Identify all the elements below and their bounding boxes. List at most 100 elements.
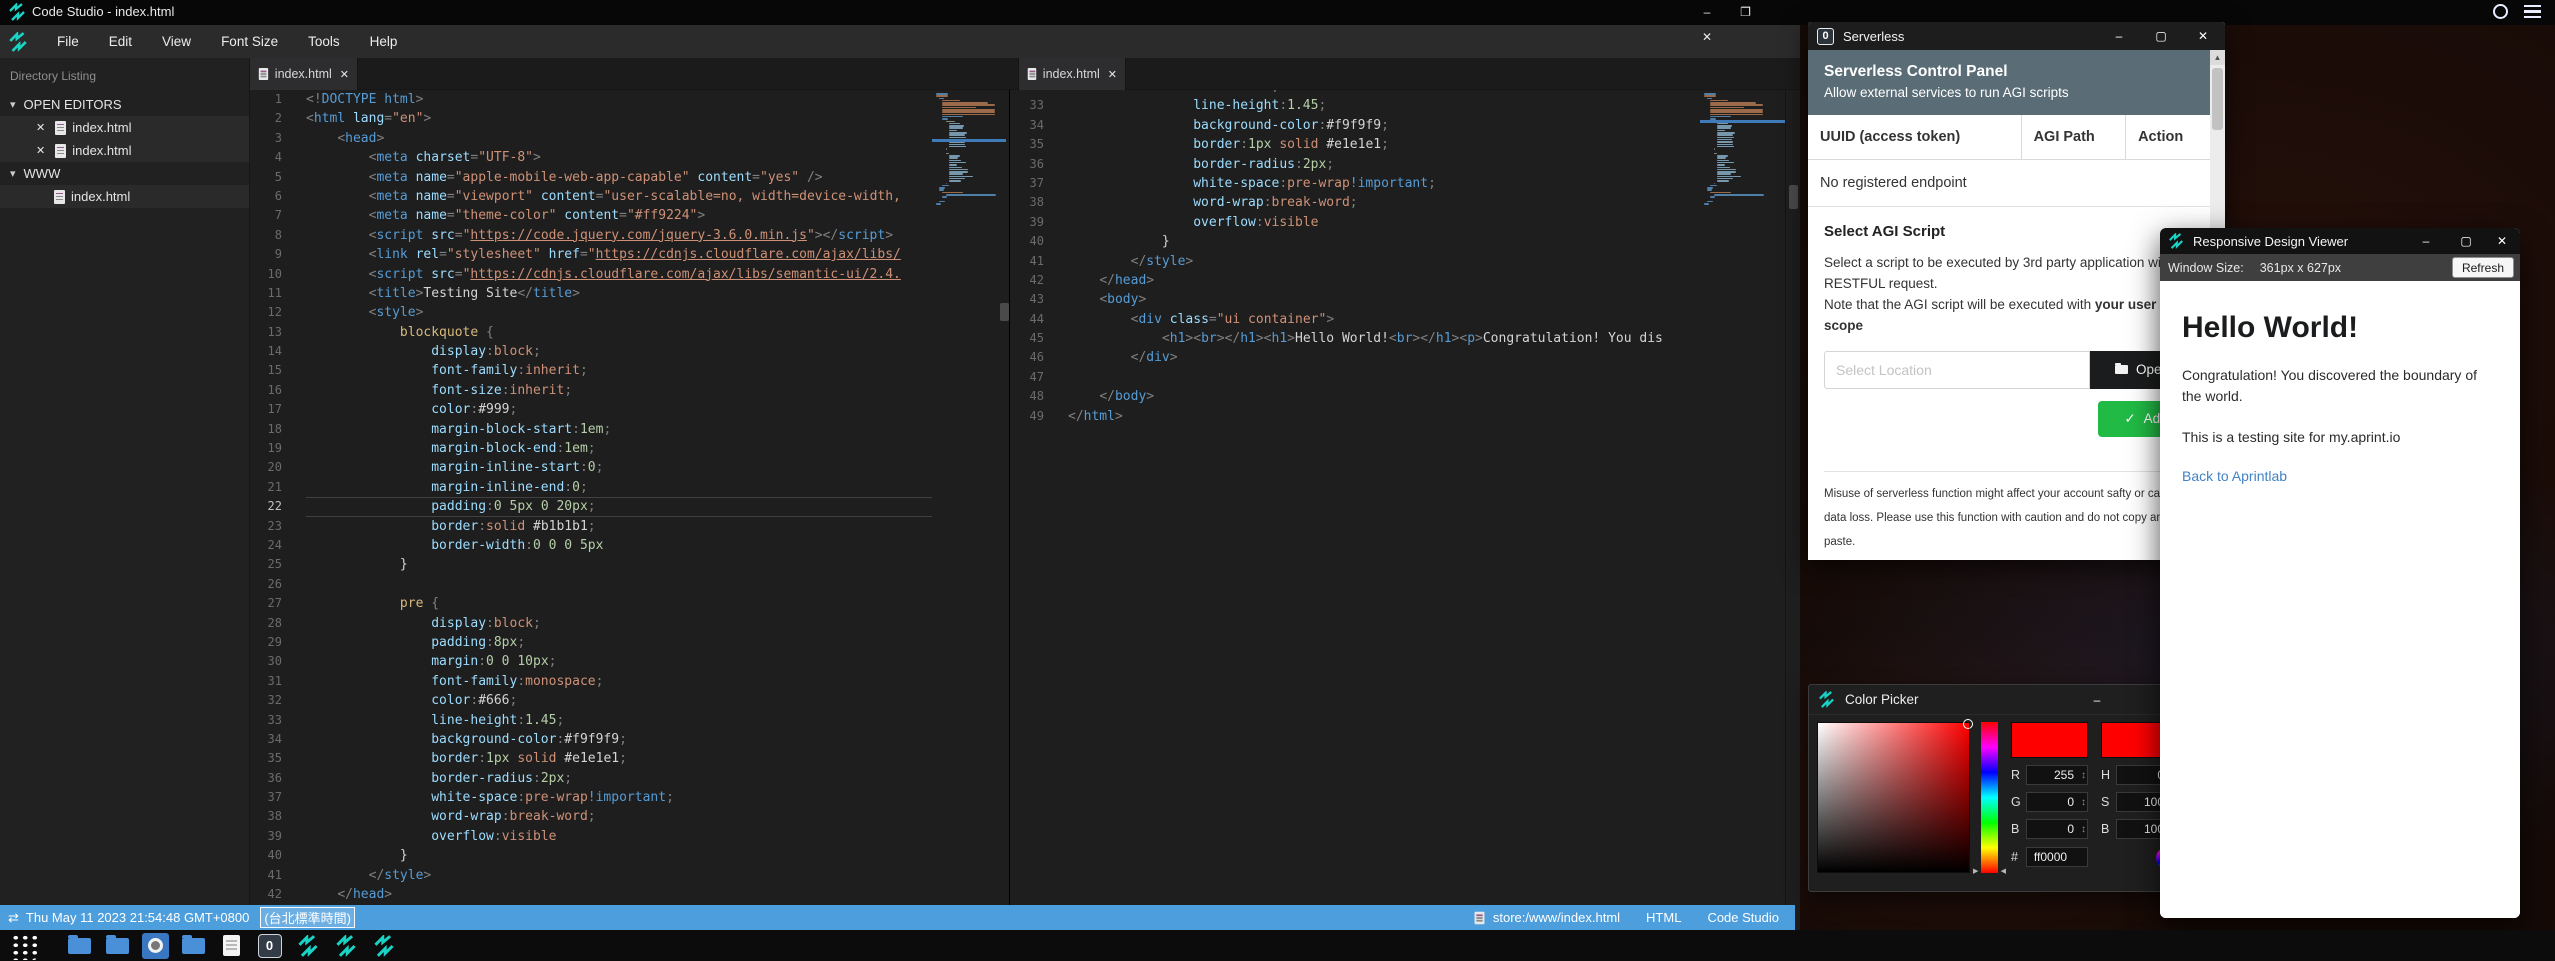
minimize-icon[interactable]: – (1690, 0, 1724, 25)
hex-field[interactable]: # ff0000 (2011, 847, 2088, 867)
menu-tools[interactable]: Tools (293, 25, 355, 58)
menu-font-size[interactable]: Font Size (206, 25, 293, 58)
sidebar-item-index.html[interactable]: ✕index.html (0, 139, 249, 162)
status-language[interactable]: HTML (1646, 910, 1681, 925)
sidebar-section-www[interactable]: ▾WWW (0, 162, 249, 185)
scrollbar-thumb[interactable] (1000, 303, 1009, 321)
stepper-icon[interactable]: ↕ (2081, 797, 2086, 808)
code-line: font-family:inherit; (306, 361, 932, 380)
stepper-icon[interactable]: ↕ (2081, 824, 2086, 835)
sidebar-item-index.html[interactable]: index.html (0, 185, 249, 208)
menu-file[interactable]: File (42, 25, 94, 58)
tab-index-html-2[interactable]: index.html ✕ (1018, 58, 1126, 90)
editor-pane-2[interactable]: 323334353637383940414243444546474849 col… (1009, 90, 1700, 905)
color-field-R[interactable]: R255↕ (2011, 765, 2088, 785)
loading-circle-icon[interactable] (2493, 4, 2508, 19)
sync-icon[interactable]: ⇄ (8, 910, 19, 926)
hue-marker-right-icon: ◀ (2001, 867, 2006, 875)
sidebar-sections: ▾OPEN EDITORS✕index.html✕index.html▾WWWi… (0, 93, 249, 208)
hex-input[interactable]: ff0000 (2026, 847, 2088, 867)
serverless-window-title: Serverless (1843, 29, 1904, 44)
minimap-cursor (932, 139, 1006, 142)
menu-help[interactable]: Help (355, 25, 413, 58)
code-line: <meta name="theme-color" content="#ff922… (306, 206, 932, 225)
taskbar-code-studio-icon[interactable] (332, 933, 359, 959)
close-icon[interactable]: ✕ (36, 121, 45, 134)
system-tray (2493, 4, 2541, 19)
code-line: </body> (1068, 387, 1700, 406)
current-color-swatch (2011, 722, 2088, 758)
color-picker-window-title: Color Picker (1845, 692, 1919, 707)
hue-marker-left-icon: ▶ (1973, 867, 1978, 875)
code-line: </html> (1068, 407, 1700, 426)
stepper-icon[interactable]: ↕ (2081, 770, 2086, 781)
maximize-icon[interactable]: ▢ (2151, 22, 2171, 50)
tab-label: index.html (1043, 67, 1100, 81)
color-field-G[interactable]: G0↕ (2011, 792, 2088, 812)
minimap-1[interactable] (932, 90, 1006, 905)
code-line: color:#666; (306, 691, 932, 710)
back-to-aprintlab-link[interactable]: Back to Aprintlab (2182, 468, 2287, 484)
serverless-warning: Misuse of serverless function might affe… (1808, 482, 2210, 554)
taskbar-code-studio-icon[interactable] (294, 933, 321, 959)
tab-index-html-1[interactable]: index.html ✕ (250, 58, 358, 90)
close-icon[interactable]: ✕ (2193, 22, 2213, 50)
taskbar-serverless-icon[interactable]: 0 (256, 933, 283, 959)
sidebar-header: Directory Listing (0, 58, 249, 93)
code-editor[interactable]: <!DOCTYPE html><html lang="en"> <head> <… (300, 90, 932, 905)
scrollbar-thumb[interactable] (1789, 185, 1798, 209)
taskbar-folder-icon[interactable] (66, 933, 93, 959)
viewer-title-bar: Responsive Design Viewer – ▢ ✕ (2160, 228, 2520, 254)
close-icon[interactable]: ✕ (36, 144, 45, 157)
menu-edit[interactable]: Edit (94, 25, 147, 58)
status-file-path[interactable]: store:/www/index.html (1493, 910, 1620, 925)
taskbar-folder-icon[interactable] (180, 933, 207, 959)
minimize-icon[interactable]: – (2087, 685, 2107, 715)
maximize-icon[interactable]: ▢ (2456, 228, 2476, 254)
scroll-up-icon[interactable]: ▲ (2210, 50, 2225, 65)
taskbar-document-icon[interactable] (218, 933, 245, 959)
code-line: <body> (1068, 290, 1700, 309)
restore-icon[interactable]: ❐ (1728, 0, 1762, 25)
code-line: font-family:monospace; (306, 672, 932, 691)
window-title: Code Studio - index.html (32, 4, 174, 19)
color-field-B[interactable]: B0↕ (2011, 819, 2088, 839)
code-line: font-size:inherit; (306, 381, 932, 400)
sidebar-section-open-editors[interactable]: ▾OPEN EDITORS (0, 93, 249, 116)
hue-slider[interactable] (1981, 722, 1998, 873)
taskbar-folder-icon[interactable] (104, 933, 131, 959)
close-tab-icon[interactable]: ✕ (340, 68, 349, 81)
minimize-icon[interactable]: – (2416, 228, 2436, 254)
saturation-value-field[interactable] (1817, 722, 1970, 873)
close-icon[interactable]: ✕ (2492, 228, 2512, 254)
refresh-button[interactable]: Refresh (2452, 257, 2514, 278)
code-line: margin-inline-end:0; (306, 478, 932, 497)
code-line: border:1px solid #e1e1e1; (306, 749, 932, 768)
editor-pane-1[interactable]: 1234567891011121314151617181920212223242… (250, 90, 932, 905)
minimap-2[interactable] (1700, 90, 1786, 905)
table-header-2: Action (2126, 115, 2210, 160)
rgb-column: R255↕ G0↕ B0↕ # ff0000 (2011, 722, 2088, 873)
close-tab-icon[interactable]: ✕ (1108, 68, 1117, 81)
color-selector-ring[interactable] (1963, 719, 1973, 729)
menu-icon[interactable] (2524, 5, 2541, 19)
close-icon[interactable]: ✕ (1690, 25, 1724, 50)
select-location-input[interactable] (1824, 351, 2090, 389)
taskbar-code-studio-icon[interactable] (370, 933, 397, 959)
hex-label: # (2011, 850, 2026, 864)
panel-subtitle: Allow external services to run AGI scrip… (1824, 85, 2194, 100)
code-line: <meta charset="UTF-8"> (306, 148, 932, 167)
file-icon (54, 190, 65, 204)
color-input-R[interactable]: 255 (2026, 765, 2088, 785)
taskbar-disc-icon[interactable] (142, 933, 169, 959)
color-input-G[interactable]: 0 (2026, 792, 2088, 812)
sidebar-item-index.html[interactable]: ✕index.html (0, 116, 249, 139)
scrollbar-thumb[interactable] (2212, 68, 2223, 130)
code-line: display:block; (306, 342, 932, 361)
menu-view[interactable]: View (147, 25, 206, 58)
endpoint-table-header-row: UUID (access token)AGI PathAction (1808, 115, 2210, 160)
color-input-B[interactable]: 0 (2026, 819, 2088, 839)
minimize-icon[interactable]: – (2109, 22, 2129, 50)
taskbar-apps-grid-icon[interactable] (9, 932, 37, 960)
code-editor[interactable]: color:#666; line-height:1.45; background… (1062, 90, 1700, 905)
